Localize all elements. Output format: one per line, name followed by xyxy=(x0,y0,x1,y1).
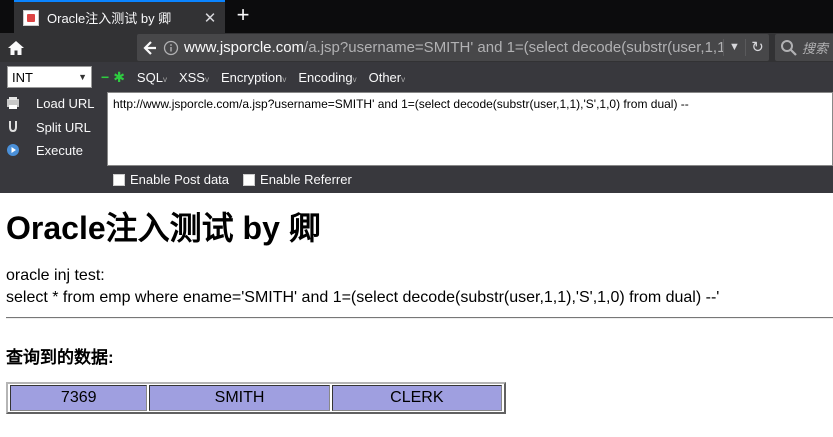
menu-xss[interactable]: XSSv xyxy=(179,70,209,85)
load-icon xyxy=(7,97,19,109)
enable-referrer-label: Enable Referrer xyxy=(260,172,352,187)
menu-encoding-label: Encoding xyxy=(298,69,353,85)
type-select[interactable]: INT ▼ xyxy=(7,66,92,88)
menu-other[interactable]: Otherv xyxy=(369,70,406,85)
tab-strip: Oracle注入测试 by 卿 ✕ + xyxy=(0,0,833,33)
type-select-value: INT xyxy=(12,69,33,85)
execute-button[interactable]: Execute xyxy=(6,139,83,161)
url-text[interactable]: www.jsporcle.com/a.jsp?username=SMITH' a… xyxy=(184,39,723,56)
menu-encryption-label: Encryption xyxy=(220,69,283,85)
menu-encoding[interactable]: Encodingv xyxy=(298,70,356,85)
home-icon[interactable] xyxy=(6,38,26,58)
url-history-dropdown-icon[interactable]: ▼ xyxy=(723,39,745,56)
address-bar[interactable]: www.jsporcle.com/a.jsp?username=SMITH' a… xyxy=(137,34,769,61)
enable-referrer-checkbox[interactable] xyxy=(243,173,256,186)
info-icon[interactable] xyxy=(163,40,179,56)
browser-tab[interactable]: Oracle注入测试 by 卿 ✕ xyxy=(14,0,225,33)
result-heading: 查询到的数据: xyxy=(6,348,114,367)
load-url-button[interactable]: Load URL xyxy=(6,92,95,114)
back-icon[interactable] xyxy=(137,34,163,61)
decrease-icon[interactable]: − xyxy=(101,69,109,85)
navigation-toolbar: www.jsporcle.com/a.jsp?username=SMITH' a… xyxy=(0,33,833,62)
play-icon xyxy=(7,144,19,156)
split-icon xyxy=(9,121,17,133)
load-url-label: Load URL xyxy=(36,95,95,111)
divider xyxy=(6,317,833,319)
menu-encryption[interactable]: Encryptionv xyxy=(221,70,286,85)
table-cell-empno: 7369 xyxy=(10,385,148,411)
url-path: /a.jsp?username=SMITH' and 1=(select dec… xyxy=(304,39,723,56)
table-cell-ename: SMITH xyxy=(149,385,330,411)
enable-post-checkbox[interactable] xyxy=(113,173,125,186)
hackbar-panel: INT ▼ − ✱ SQLv XSSv Encryptionv Encoding… xyxy=(0,62,833,193)
result-table: 7369 SMITH CLERK xyxy=(6,382,506,414)
chevron-down-icon: ▼ xyxy=(78,72,87,82)
table-cell-job: CLERK xyxy=(331,385,502,411)
sql-query-text: select * from emp where ename='SMITH' an… xyxy=(6,289,720,306)
star-icon[interactable]: ✱ xyxy=(113,69,125,86)
search-icon xyxy=(781,39,797,56)
menu-sql-label: SQL xyxy=(136,69,163,85)
hackbar-toolbar: INT ▼ − ✱ SQLv XSSv Encryptionv Encoding… xyxy=(0,62,833,92)
new-tab-button[interactable]: + xyxy=(230,3,256,29)
menu-xss-label: XSS xyxy=(178,69,205,85)
split-url-button[interactable]: Split URL xyxy=(6,116,91,138)
search-placeholder: 搜索 xyxy=(802,41,829,56)
split-url-label: Split URL xyxy=(36,119,91,135)
page-title: Oracle注入测试 by 卿 xyxy=(6,210,321,246)
menu-other-label: Other xyxy=(368,69,402,85)
hackbar-options: Enable Post data Enable Referrer xyxy=(113,172,366,187)
execute-label: Execute xyxy=(36,142,83,158)
enable-post-label: Enable Post data xyxy=(130,172,230,187)
hackbar-actions: Load URL Split URL Execute xyxy=(0,92,107,166)
search-box[interactable]: 搜索 xyxy=(775,34,833,61)
reload-icon[interactable]: ↻ xyxy=(745,39,769,56)
test-label: oracle inj test: xyxy=(6,267,105,284)
page-favicon-icon xyxy=(23,9,39,26)
page-content: Oracle注入测试 by 卿 oracle inj test: select … xyxy=(0,193,833,437)
close-tab-icon[interactable]: ✕ xyxy=(199,9,221,27)
menu-sql[interactable]: SQLv xyxy=(137,70,167,85)
tab-title: Oracle注入测试 by 卿 xyxy=(47,11,172,26)
url-host: www.jsporcle.com xyxy=(184,39,305,56)
url-textarea[interactable]: http://www.jsporcle.com/a.jsp?username=S… xyxy=(107,92,833,166)
